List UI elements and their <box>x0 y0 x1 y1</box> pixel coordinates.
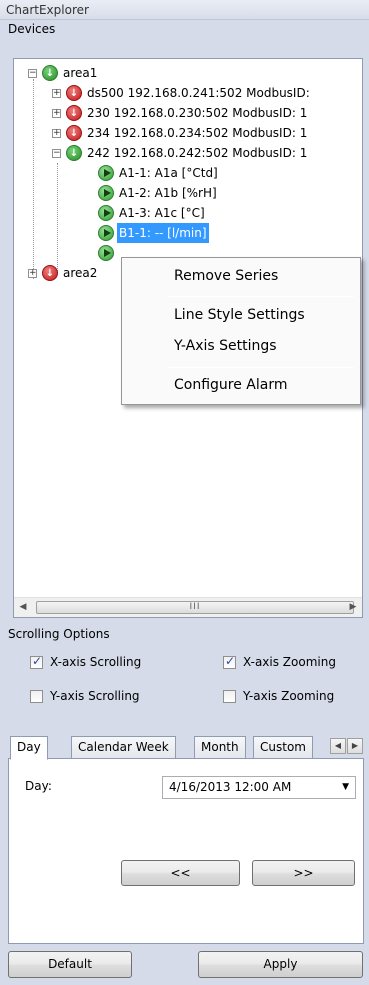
tree-node-device[interactable]: + ↓ 230 192.168.0.230:502 ModbusID: 1 <box>14 103 362 123</box>
tree-node-label: ds500 192.168.0.241:502 ModbusID: <box>87 86 310 100</box>
devices-label: Devices <box>8 22 56 36</box>
status-error-icon: ↓ <box>66 125 82 141</box>
expand-icon[interactable]: + <box>52 109 61 118</box>
checkbox-checked-icon[interactable] <box>30 654 43 669</box>
menu-separator <box>168 367 354 368</box>
tab-scroll-left-icon[interactable]: ◀ <box>330 738 346 754</box>
checkbox-unchecked-icon[interactable] <box>30 690 43 703</box>
tab-scroll-right-icon[interactable]: ▶ <box>347 738 363 754</box>
checkbox-checked-icon[interactable] <box>223 654 236 669</box>
day-label: Day: <box>25 779 52 793</box>
play-icon <box>98 225 114 241</box>
play-icon <box>98 245 114 261</box>
checkbox-label: Y-axis Zooming <box>243 689 335 703</box>
expand-icon[interactable]: + <box>28 269 37 278</box>
collapse-icon[interactable]: − <box>52 149 61 158</box>
tree-node-label: 242 192.168.0.242:502 ModbusID: 1 <box>87 146 308 160</box>
context-menu: Remove Series Line Style Settings Y-Axis… <box>121 257 361 405</box>
day-value: 4/16/2013 12:00 AM <box>169 780 292 794</box>
tree-node-channel[interactable] <box>14 243 134 263</box>
checkbox-label: X-axis Zooming <box>243 655 336 669</box>
tree-node-channel[interactable]: A1-3: A1c [°C] <box>14 203 314 223</box>
tree-node-device[interactable]: + ↓ ds500 192.168.0.241:502 ModbusID: <box>14 83 362 103</box>
status-ok-icon: ↓ <box>42 65 58 81</box>
checkbox-label: Y-axis Scrolling <box>50 689 140 703</box>
status-error-icon: ↓ <box>66 85 82 101</box>
tree-node-label: A1-1: A1a [°Ctd] <box>119 166 218 180</box>
next-day-button[interactable]: >> <box>252 860 355 886</box>
collapse-icon[interactable]: − <box>28 69 37 78</box>
tree-node-device[interactable]: + ↓ 234 192.168.0.234:502 ModbusID: 1 <box>14 123 362 143</box>
default-button[interactable]: Default <box>8 951 132 978</box>
tab-custom[interactable]: Custom <box>253 736 313 759</box>
tree-node-channel-selected[interactable]: B1-1: -- [l/min] <box>14 223 314 243</box>
menu-item-y-axis-settings[interactable]: Y-Axis Settings <box>174 338 277 354</box>
tree-node-label: 234 192.168.0.234:502 ModbusID: 1 <box>87 126 308 140</box>
tree-horizontal-scrollbar[interactable]: ◀ III ▶ <box>14 597 362 617</box>
tab-day[interactable]: Day <box>10 736 48 760</box>
tree-node-channel[interactable]: A1-2: A1b [%rH] <box>14 183 314 203</box>
menu-item-line-style-settings[interactable]: Line Style Settings <box>174 307 305 323</box>
previous-day-button[interactable]: << <box>121 860 240 886</box>
scroll-right-icon[interactable]: ▶ <box>344 598 362 617</box>
tree-node-label: area1 <box>63 66 98 80</box>
status-error-icon: ↓ <box>66 105 82 121</box>
tree-node-label: A1-3: A1c [°C] <box>119 206 205 220</box>
tab-calendar-week[interactable]: Calendar Week <box>71 736 176 759</box>
expand-icon[interactable]: + <box>52 129 61 138</box>
play-icon <box>98 205 114 221</box>
status-error-icon: ↓ <box>42 265 58 281</box>
expand-icon[interactable]: + <box>52 89 61 98</box>
checkbox-unchecked-icon[interactable] <box>223 690 236 703</box>
menu-item-configure-alarm[interactable]: Configure Alarm <box>174 377 288 393</box>
tree-node-channel[interactable]: A1-1: A1a [°Ctd] <box>14 163 314 183</box>
window-title: ChartExplorer <box>0 0 369 20</box>
scrollbar-thumb[interactable]: III <box>36 601 354 614</box>
play-icon <box>98 165 114 181</box>
menu-item-remove-series[interactable]: Remove Series <box>174 268 278 284</box>
tree-node-label: B1-1: -- [l/min] <box>117 223 209 243</box>
day-date-picker[interactable]: 4/16/2013 12:00 AM ▼ <box>162 776 356 799</box>
tab-month[interactable]: Month <box>194 736 246 759</box>
tree-node-area1[interactable]: − ↓ area1 <box>14 63 354 83</box>
play-icon <box>98 185 114 201</box>
tree-node-label: area2 <box>63 266 98 280</box>
apply-button[interactable]: Apply <box>198 951 363 978</box>
tree-node-label: A1-2: A1b [%rH] <box>119 186 217 200</box>
tree-node-area2[interactable]: + ↓ area2 <box>14 263 134 283</box>
menu-separator <box>168 296 354 297</box>
scroll-left-icon[interactable]: ◀ <box>14 598 32 617</box>
status-ok-icon: ↓ <box>66 145 82 161</box>
tree-node-label: 230 192.168.0.230:502 ModbusID: 1 <box>87 106 308 120</box>
scrolling-options-label: Scrolling Options <box>8 627 110 641</box>
chevron-down-icon[interactable]: ▼ <box>342 777 349 798</box>
checkbox-label: X-axis Scrolling <box>50 655 142 669</box>
tree-node-device[interactable]: − ↓ 242 192.168.0.242:502 ModbusID: 1 <box>14 143 362 163</box>
